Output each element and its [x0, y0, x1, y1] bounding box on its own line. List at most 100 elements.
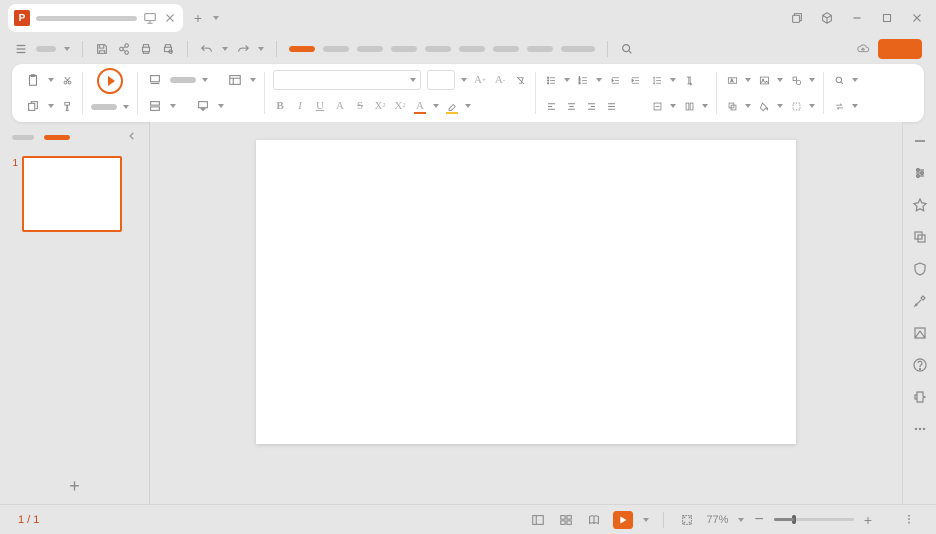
font-size-dropdown[interactable]: [461, 78, 467, 82]
text-direction-icon[interactable]: [682, 73, 696, 87]
highlight-button[interactable]: [445, 99, 459, 113]
more-icon[interactable]: [911, 420, 929, 438]
align-right-icon[interactable]: [584, 99, 598, 113]
layout-icon[interactable]: [226, 71, 244, 89]
font-family-select[interactable]: [273, 70, 421, 90]
align-vertical-icon[interactable]: [650, 99, 664, 113]
cut-icon[interactable]: [60, 73, 74, 87]
window-copy-icon[interactable]: [786, 7, 808, 29]
bullets-dropdown[interactable]: [564, 78, 570, 82]
columns-dropdown[interactable]: [702, 104, 708, 108]
line-spacing-icon[interactable]: [650, 73, 664, 87]
ribbon-tab-home[interactable]: [289, 46, 315, 52]
line-spacing-dropdown[interactable]: [670, 78, 676, 82]
new-tab-dropdown[interactable]: [213, 16, 219, 20]
bold-button[interactable]: B: [273, 99, 287, 113]
increase-indent-icon[interactable]: [628, 73, 642, 87]
slideshow-play-icon[interactable]: [97, 68, 123, 94]
share-icon[interactable]: [117, 42, 131, 56]
shapes-icon[interactable]: [789, 73, 803, 87]
feedback-icon[interactable]: [911, 388, 929, 406]
menu-button[interactable]: [14, 42, 28, 56]
numbering-dropdown[interactable]: [596, 78, 602, 82]
undo-icon[interactable]: [200, 42, 214, 56]
search-icon[interactable]: [620, 42, 634, 56]
object-icon[interactable]: [911, 228, 929, 246]
print-icon[interactable]: [139, 42, 153, 56]
maximize-icon[interactable]: [876, 7, 898, 29]
ribbon-tab-6[interactable]: [459, 46, 485, 52]
fill-icon[interactable]: [757, 99, 771, 113]
italic-button[interactable]: I: [293, 99, 307, 113]
superscript-button[interactable]: X2: [373, 99, 387, 113]
zoom-out-button[interactable]: −: [754, 511, 763, 529]
sorter-view-icon[interactable]: [557, 511, 575, 529]
align-vertical-dropdown[interactable]: [670, 104, 676, 108]
underline-button[interactable]: U: [313, 99, 327, 113]
replace-dropdown[interactable]: [852, 104, 858, 108]
tools-icon[interactable]: [911, 292, 929, 310]
slide-canvas-area[interactable]: [150, 122, 902, 504]
ribbon-tab-3[interactable]: [357, 46, 383, 52]
slide-thumbnail[interactable]: 1: [8, 156, 141, 232]
font-color-button[interactable]: A: [413, 99, 427, 113]
bullets-icon[interactable]: [544, 73, 558, 87]
section-dropdown[interactable]: [170, 104, 176, 108]
zoom-value[interactable]: 77%: [706, 514, 728, 526]
slideshow-view-icon[interactable]: [613, 511, 633, 529]
redo-dropdown[interactable]: [258, 47, 264, 51]
ribbon-tab-4[interactable]: [391, 46, 417, 52]
align-center-icon[interactable]: [564, 99, 578, 113]
cube-icon[interactable]: [816, 7, 838, 29]
find-icon[interactable]: [832, 73, 846, 87]
help-icon[interactable]: [911, 356, 929, 374]
arrange-dropdown[interactable]: [745, 104, 751, 108]
strike-button[interactable]: S: [353, 99, 367, 113]
section-icon[interactable]: [146, 97, 164, 115]
new-slide-dropdown[interactable]: [202, 78, 208, 82]
minimize-icon[interactable]: [846, 7, 868, 29]
find-dropdown[interactable]: [852, 78, 858, 82]
numbering-icon[interactable]: 123: [576, 73, 590, 87]
font-color-dropdown[interactable]: [433, 104, 439, 108]
highlight-dropdown[interactable]: [465, 104, 471, 108]
present-icon[interactable]: [143, 11, 157, 25]
cloud-sync-icon[interactable]: [856, 42, 870, 56]
paste-icon[interactable]: [24, 71, 42, 89]
add-slide-button[interactable]: +: [0, 468, 149, 504]
reset-dropdown[interactable]: [218, 104, 224, 108]
reading-view-icon[interactable]: [585, 511, 603, 529]
slide-thumb-image[interactable]: [22, 156, 122, 232]
clear-format-icon[interactable]: [513, 73, 527, 87]
save-icon[interactable]: [95, 42, 109, 56]
outline-icon[interactable]: [789, 99, 803, 113]
slideshow-dropdown[interactable]: [123, 105, 129, 109]
outline-dropdown[interactable]: [809, 104, 815, 108]
ribbon-tab-7[interactable]: [493, 46, 519, 52]
slideshow-view-dropdown[interactable]: [643, 518, 649, 522]
slide-canvas[interactable]: [256, 140, 796, 444]
text-box-dropdown[interactable]: [745, 78, 751, 82]
star-icon[interactable]: [911, 196, 929, 214]
layout-dropdown[interactable]: [250, 78, 256, 82]
ribbon-tab-8[interactable]: [527, 46, 553, 52]
redo-icon[interactable]: [236, 42, 250, 56]
normal-view-icon[interactable]: [529, 511, 547, 529]
zoom-slider[interactable]: [774, 518, 854, 521]
align-justify-icon[interactable]: [604, 99, 618, 113]
close-tab-icon[interactable]: [163, 11, 177, 25]
undo-dropdown[interactable]: [222, 47, 228, 51]
ribbon-tab-9[interactable]: [561, 46, 595, 52]
menu-dropdown[interactable]: [64, 47, 70, 51]
replace-icon[interactable]: [832, 99, 846, 113]
shapes-dropdown[interactable]: [809, 78, 815, 82]
new-tab-button[interactable]: +: [191, 11, 205, 25]
decrease-indent-icon[interactable]: [608, 73, 622, 87]
expand-icon[interactable]: ⁝: [900, 511, 918, 529]
security-icon[interactable]: [911, 260, 929, 278]
outline-tab[interactable]: [12, 135, 34, 140]
new-slide-icon[interactable]: [146, 71, 164, 89]
arrange-icon[interactable]: [725, 99, 739, 113]
text-box-icon[interactable]: A: [725, 73, 739, 87]
font-size-select[interactable]: [427, 70, 455, 90]
